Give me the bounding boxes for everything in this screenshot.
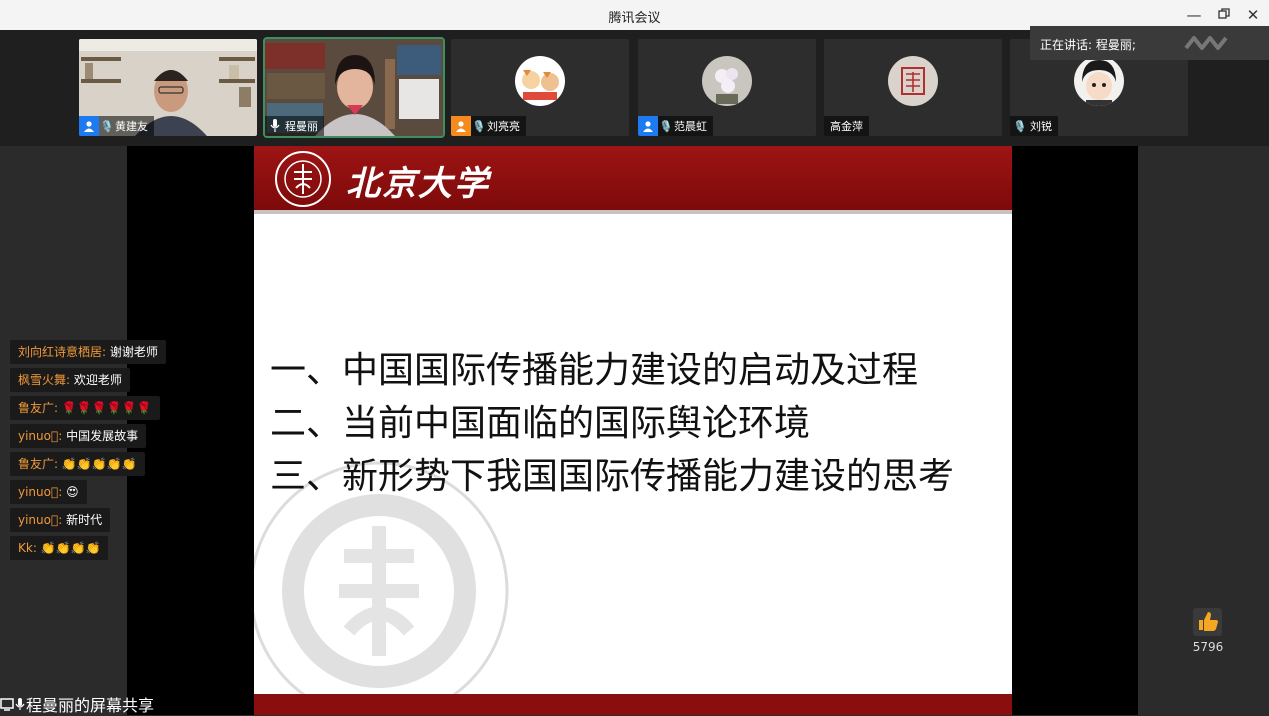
participant-name: 范晨虹 [674, 120, 707, 133]
slide-outline: 一、中国国际传播能力建设的启动及过程 二、当前中国面临的国际舆论环境 三、新形势… [270, 344, 954, 503]
chat-user: yinuo⃞: [18, 429, 63, 443]
chat-message: yinuo⃞: 新时代 [10, 508, 111, 532]
outline-item: 二、当前中国面临的国际舆论环境 [270, 403, 811, 444]
outline-item: 三、新形势下我国国际传播能力建设的思考 [270, 456, 955, 497]
chat-user: 鲁友广: [18, 457, 59, 471]
chat-text: 👏👏👏👏👏 [61, 457, 137, 471]
avatar [515, 56, 565, 106]
chat-text: 👏👏👏👏 [40, 541, 101, 555]
pku-logo-icon [275, 151, 331, 207]
chat-text: 新时代 [66, 513, 103, 527]
participant-name: 程曼丽 [285, 120, 318, 133]
chat-message: 鲁友广: 🌹🌹🌹🌹🌹🌹 [10, 396, 160, 420]
chat-user: 枫雪火舞: [18, 373, 71, 387]
participant-tile[interactable]: 🎙️ 范晨虹 [638, 39, 816, 136]
mic-on-icon [265, 116, 285, 136]
speaking-text: 正在讲话: 程曼丽; [1040, 38, 1136, 52]
chat-message: yinuo⃞: 中国发展故事 [10, 424, 147, 448]
chat-text: 中国发展故事 [66, 429, 139, 443]
avatar [888, 56, 938, 106]
participant-tile[interactable]: 高金萍 [824, 39, 1002, 136]
screen-share-label: 程曼丽的屏幕共享 [0, 693, 154, 715]
wave-icon [1184, 36, 1228, 50]
slide-header-title: 北京大学 [346, 164, 490, 204]
chat-user: 鲁友广: [18, 401, 59, 415]
chat-text: 🌹🌹🌹🌹🌹🌹 [61, 401, 152, 415]
chat-user: 刘向红诗意栖居: [18, 345, 107, 359]
nameplate: 🎙️ 黄建友 [79, 116, 154, 136]
chat-user: yinuo⃞: [18, 513, 63, 527]
avatar [702, 56, 752, 106]
participant-tile-active[interactable]: 程曼丽 [263, 37, 445, 138]
slide-footer-band [254, 694, 1012, 715]
chat-message: Kk: 👏👏👏👏 [10, 536, 109, 560]
user-icon [79, 116, 99, 136]
chat-text: 谢谢老师 [109, 345, 158, 359]
chat-message: yinuo⃞: 😍 [10, 480, 87, 504]
chat-message: 枫雪火舞: 欢迎老师 [10, 368, 130, 392]
chat-message: 刘向红诗意栖居: 谢谢老师 [10, 340, 166, 364]
nameplate: 🎙️ 刘亮亮 [451, 116, 526, 136]
close-icon[interactable]: ✕ [1243, 5, 1263, 25]
shared-slide: 北京大学 一、中国国际传播能力建设的启动及过程 二、当前中国面临的国际舆论环境 … [254, 146, 1012, 715]
participant-name: 刘锐 [1030, 120, 1052, 133]
minimize-icon[interactable]: — [1184, 5, 1204, 25]
mic-muted-icon: 🎙️ [1013, 119, 1027, 133]
participant-tile[interactable]: 🎙️ 黄建友 [79, 39, 257, 136]
chat-user: Kk: [18, 541, 37, 555]
like-count: 5796 [1192, 640, 1224, 654]
thumbs-up-icon [1199, 612, 1218, 631]
mic-muted-icon: 🎙️ [100, 119, 114, 133]
nameplate: 程曼丽 [265, 116, 324, 136]
chat-text: 欢迎老师 [73, 373, 122, 387]
nameplate: 🎙️ 范晨虹 [638, 116, 713, 136]
user-icon [451, 116, 471, 136]
participant-name: 高金萍 [830, 120, 863, 133]
chat-user: yinuo⃞: [18, 485, 63, 499]
participant-name: 刘亮亮 [487, 120, 520, 133]
nameplate: 🎙️ 刘锐 [1010, 116, 1058, 136]
like-button[interactable] [1193, 608, 1222, 636]
window-title: 腾讯会议 [608, 11, 661, 26]
screen-share-icon [0, 698, 14, 711]
screen-share-text: 程曼丽的屏幕共享 [26, 696, 155, 715]
speaking-indicator: 正在讲话: 程曼丽; [1030, 26, 1269, 60]
mic-on-icon [15, 698, 25, 710]
slide-header-divider [254, 210, 1012, 214]
mic-muted-icon: 🎙️ [472, 119, 486, 133]
chat-text: 😍 [66, 485, 79, 499]
participant-tile[interactable]: 🎙️ 刘亮亮 [451, 39, 629, 136]
outline-item: 一、中国国际传播能力建设的启动及过程 [270, 350, 919, 391]
user-icon [638, 116, 658, 136]
chat-message: 鲁友广: 👏👏👏👏👏 [10, 452, 145, 476]
nameplate: 高金萍 [824, 116, 869, 136]
participant-name: 黄建友 [115, 120, 148, 133]
restore-icon[interactable] [1214, 5, 1234, 25]
avatar [1074, 56, 1124, 106]
mic-muted-icon: 🎙️ [659, 119, 673, 133]
